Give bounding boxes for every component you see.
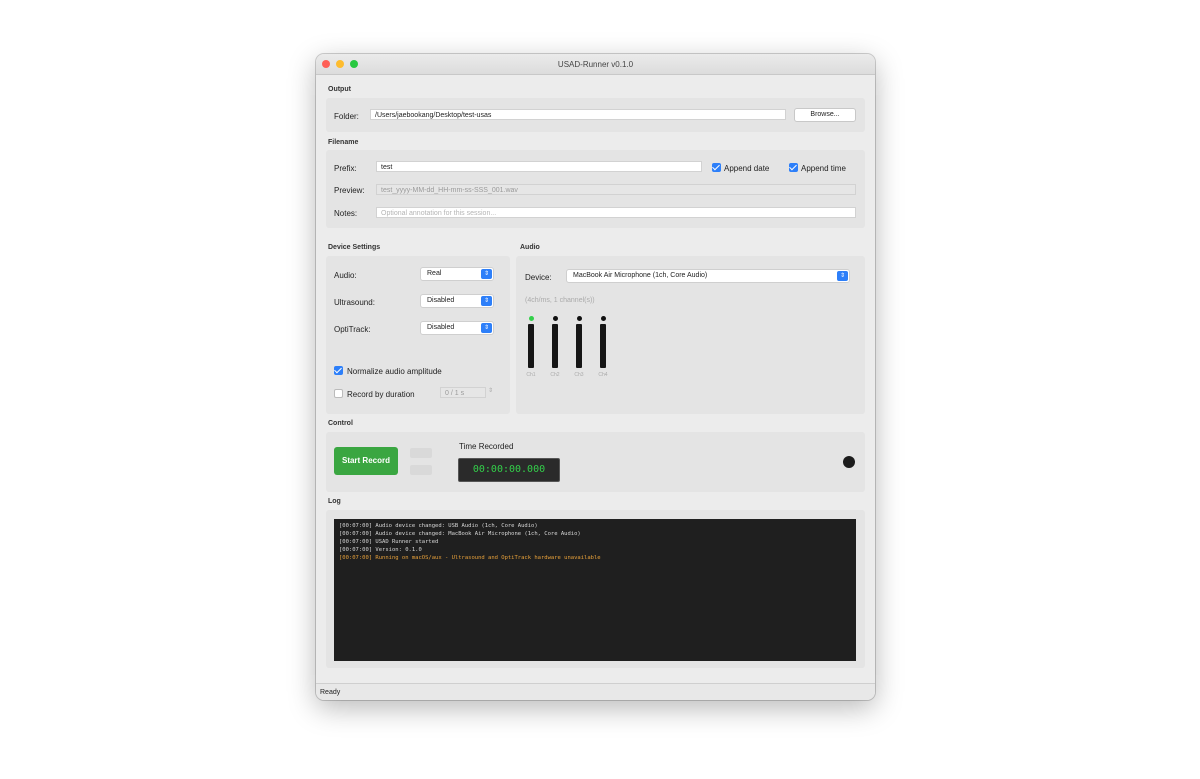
ultrasound-select[interactable]: Disabled ⇕ — [420, 294, 494, 308]
level-meter-bar — [600, 324, 606, 368]
audio-device-label: Device: — [525, 273, 552, 282]
meter-channel-label: Ch4 — [598, 372, 608, 378]
preview-field: test_yyyy-MM-dd_HH-mm-ss-SSS_001.wav — [376, 184, 856, 195]
log-line: [00:07:00] Version: 0.1.0 — [339, 547, 422, 553]
stop-button[interactable] — [410, 465, 432, 475]
recording-indicator-icon — [843, 456, 855, 468]
log-output[interactable]: [00:07:00] Audio device changed: USB Aud… — [334, 519, 856, 661]
output-section-label: Output — [328, 86, 351, 93]
normalize-label: Normalize audio amplitude — [347, 367, 442, 376]
device-settings-section-label: Device Settings — [328, 244, 381, 251]
meter-channel-label: Ch2 — [550, 372, 560, 378]
chevron-updown-icon: ⇕ — [481, 269, 492, 279]
duration-field[interactable]: 0 / 1 s — [440, 387, 486, 398]
record-duration-label: Record by duration — [347, 390, 415, 399]
level-meter-bar — [552, 324, 558, 368]
browse-button[interactable]: Browse... — [794, 108, 856, 122]
meter-indicator-icon — [576, 316, 582, 321]
log-line: [00:07:00] Audio device changed: MacBook… — [339, 531, 581, 537]
log-line: [00:07:00] Audio device changed: USB Aud… — [339, 523, 538, 529]
status-bar: Ready — [316, 683, 875, 700]
prefix-field[interactable]: test — [376, 161, 702, 172]
ultrasound-label: Ultrasound: — [334, 298, 375, 307]
start-record-button[interactable]: Start Record — [334, 447, 398, 475]
audio-mode-select[interactable]: Real ⇕ — [420, 267, 494, 281]
control-panel — [326, 432, 865, 492]
optitrack-value: Disabled — [427, 324, 455, 331]
level-meter-bar — [528, 324, 534, 368]
audio-device-value: MacBook Air Microphone (1ch, Core Audio) — [573, 272, 708, 279]
duration-stepper[interactable]: ⇕ — [488, 387, 493, 394]
window-title: USAD-Runner v0.1.0 — [557, 60, 634, 69]
channel-info: (4ch/ms, 1 channel(s)) — [525, 297, 595, 304]
filename-section-label: Filename — [328, 139, 359, 146]
append-time-label: Append time — [801, 164, 846, 173]
folder-label: Folder: — [334, 112, 359, 121]
append-time-checkbox[interactable] — [789, 163, 798, 172]
append-date-checkbox[interactable] — [712, 163, 721, 172]
chevron-updown-icon: ⇕ — [481, 323, 492, 333]
folder-field[interactable]: /Users/jaebookang/Desktop/test-usas — [370, 109, 786, 120]
meter-indicator-icon — [552, 316, 558, 321]
optitrack-select[interactable]: Disabled ⇕ — [420, 321, 494, 335]
preview-label: Preview: — [334, 186, 365, 195]
time-recorded-label: Time Recorded — [459, 442, 514, 451]
log-section-label: Log — [328, 498, 341, 505]
record-duration-checkbox[interactable] — [334, 389, 343, 398]
log-line: [00:07:00] Running on macOS/aux - Ultras… — [339, 555, 601, 561]
normalize-checkbox[interactable] — [334, 366, 343, 375]
time-recorded-display: 00:00:00.000 — [458, 458, 560, 482]
meter-indicator-icon — [528, 316, 534, 321]
audio-mode-value: Real — [427, 270, 442, 277]
append-date-label: Append date — [724, 164, 770, 173]
meter-indicator-icon — [600, 316, 606, 321]
chevron-updown-icon: ⇕ — [837, 271, 848, 281]
title-bar[interactable]: USAD-Runner v0.1.0 — [316, 54, 875, 75]
notes-field[interactable]: Optional annotation for this session... — [376, 207, 856, 218]
audio-section-label: Audio — [520, 244, 540, 251]
app-window: USAD-Runner v0.1.0 Output Folder: /Users… — [316, 54, 875, 700]
meter-channel-label: Ch1 — [526, 372, 536, 378]
chevron-updown-icon: ⇕ — [481, 296, 492, 306]
prefix-label: Prefix: — [334, 164, 357, 173]
level-meter-bar — [576, 324, 582, 368]
meter-channel-label: Ch3 — [574, 372, 584, 378]
log-line: [00:07:00] USAD Runner started — [339, 539, 439, 545]
ultrasound-value: Disabled — [427, 297, 455, 304]
notes-label: Notes: — [334, 209, 358, 218]
audio-device-select[interactable]: MacBook Air Microphone (1ch, Core Audio)… — [566, 269, 850, 283]
pause-button[interactable] — [410, 448, 432, 458]
optitrack-label: OptiTrack: — [334, 325, 371, 334]
audio-mode-label: Audio: — [334, 271, 357, 280]
control-section-label: Control — [328, 420, 353, 427]
